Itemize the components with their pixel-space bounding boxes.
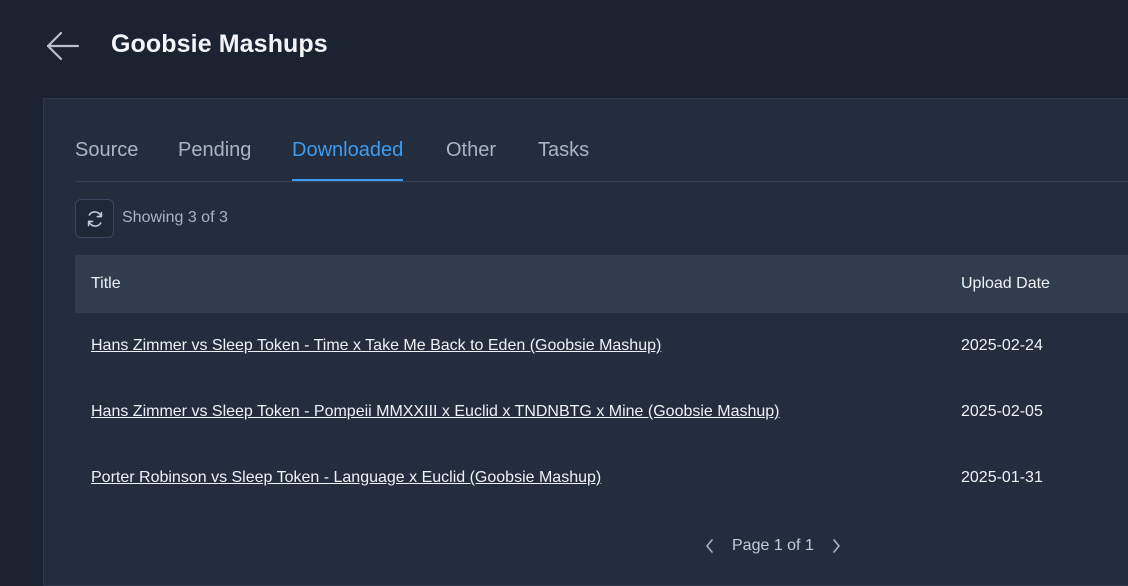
upload-date: 2025-01-31 <box>961 469 1043 486</box>
column-header-upload-date[interactable]: Upload Date <box>961 275 1050 293</box>
video-title-link[interactable]: Hans Zimmer vs Sleep Token - Pompeii MMX… <box>91 403 780 421</box>
tab-other[interactable]: Other <box>446 139 496 179</box>
tab-downloaded[interactable]: Downloaded <box>292 139 404 181</box>
page-title: Goobsie Mashups <box>111 30 328 58</box>
back-button[interactable] <box>40 26 84 66</box>
content-panel: Source Pending Downloaded Other Tasks Sh… <box>43 98 1128 586</box>
tab-tasks[interactable]: Tasks <box>538 139 589 179</box>
chevron-left-icon <box>706 539 713 553</box>
refresh-icon <box>87 210 102 227</box>
tab-pending[interactable]: Pending <box>178 139 251 179</box>
column-header-title[interactable]: Title <box>91 275 121 293</box>
showing-count: Showing 3 of 3 <box>122 209 228 226</box>
upload-date: 2025-02-24 <box>961 337 1043 354</box>
tab-bar: Source Pending Downloaded Other Tasks <box>75 127 1128 182</box>
video-title-link[interactable]: Porter Robinson vs Sleep Token - Languag… <box>91 469 601 487</box>
arrow-left-icon <box>46 31 80 61</box>
previous-page-button[interactable] <box>699 535 721 557</box>
pagination: Page 1 of 1 <box>699 535 847 557</box>
chevron-right-icon <box>833 539 840 553</box>
tab-source[interactable]: Source <box>75 139 138 179</box>
table-header: Title Upload Date <box>75 255 1128 313</box>
upload-date: 2025-02-05 <box>961 403 1043 420</box>
refresh-button[interactable] <box>75 199 114 238</box>
page-indicator: Page 1 of 1 <box>732 537 814 554</box>
next-page-button[interactable] <box>825 535 847 557</box>
table-row: Porter Robinson vs Sleep Token - Languag… <box>75 445 1128 511</box>
video-title-link[interactable]: Hans Zimmer vs Sleep Token - Time x Take… <box>91 337 661 355</box>
app-header: Goobsie Mashups <box>0 0 1128 98</box>
table-row: Hans Zimmer vs Sleep Token - Pompeii MMX… <box>75 379 1128 445</box>
table-row: Hans Zimmer vs Sleep Token - Time x Take… <box>75 313 1128 379</box>
